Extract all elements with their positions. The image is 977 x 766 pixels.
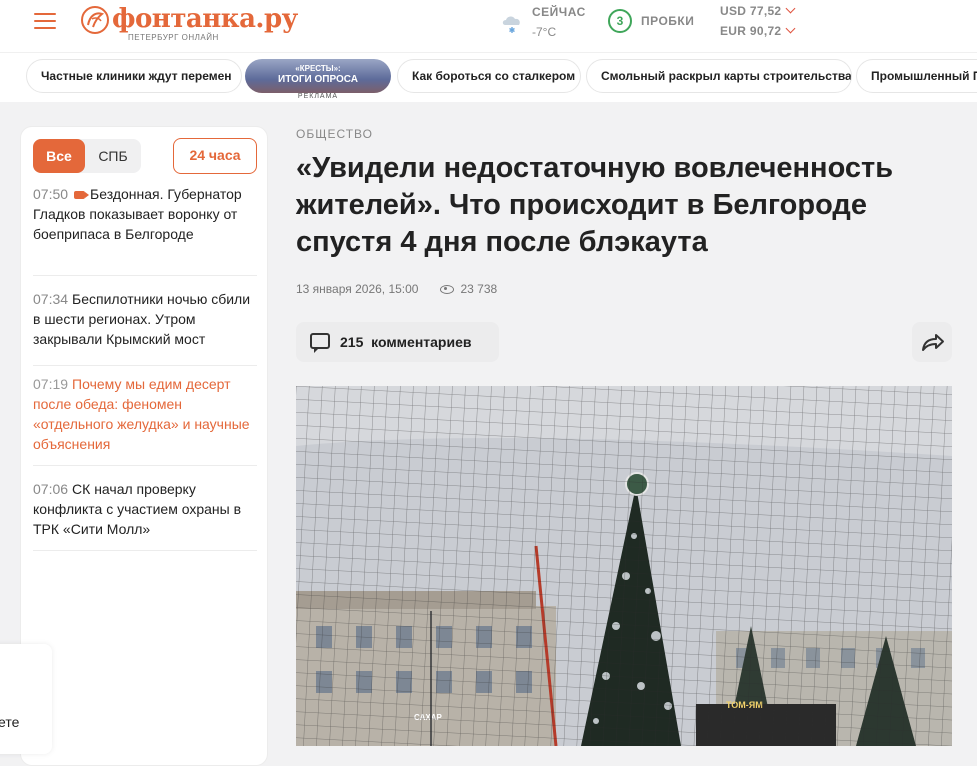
comments-label: комментариев — [371, 334, 472, 350]
share-icon — [922, 334, 944, 351]
traffic-label: ПРОБКИ — [641, 14, 695, 28]
news-feed-sidebar: Все СПБ 24 часа 07:50 Бездонная. Губернат… — [20, 126, 268, 766]
news-time: 07:50 — [33, 186, 69, 202]
promo-banner[interactable]: «КРЕСТЫ»: ИТОГИ ОПРОСА — [245, 59, 391, 93]
tab-all[interactable]: Все — [33, 139, 85, 173]
eye-icon — [440, 285, 455, 294]
news-item[interactable]: 07:34 Беспилотники ночью сбили в шести ре… — [33, 289, 257, 366]
article-title: «Увидели недостаточную вовлеченность жит… — [296, 152, 894, 258]
eur-rate: EUR 90,72 — [720, 23, 796, 44]
promo-top-text: «КРЕСТЫ»: — [295, 64, 341, 73]
news-time: 07:06 — [33, 481, 69, 497]
news-item[interactable]: 07:50 Бездонная. Губернатор Гладков показ… — [33, 184, 257, 276]
news-text: 07:34 Беспилотники ночью сбили в шести ре… — [33, 289, 257, 349]
menu-icon[interactable] — [34, 13, 56, 29]
comments-button[interactable]: 215 комментариев — [296, 322, 499, 362]
news-time: 07:34 — [33, 291, 69, 307]
news-time: 07:19 — [33, 376, 69, 392]
topic-chip[interactable]: Промышленный Пе — [856, 59, 977, 93]
topic-chips-bar: Частные клиники ждут перемен «КРЕСТЫ»: И… — [0, 52, 977, 102]
logo-text: фонтанка.ру — [112, 4, 298, 34]
chevron-down-icon — [785, 23, 796, 34]
article-date: 13 января 2026, 15:00 — [296, 282, 419, 296]
weather-temperature: -7°C — [532, 25, 557, 39]
news-text: 07:50 Бездонная. Губернатор Гладков показ… — [33, 184, 257, 244]
photo-illustration: ТОМ-ЯМ САХАР — [296, 386, 952, 746]
tab-24-hours[interactable]: 24 часа — [173, 138, 257, 174]
video-icon — [74, 191, 90, 199]
news-item[interactable]: 07:06 СК начал проверку конфликта с участ… — [33, 479, 257, 551]
topic-chip[interactable]: Частные клиники ждут перемен — [26, 59, 242, 93]
logo-subtitle: ПЕТЕРБУРГ ОНЛАЙН — [128, 33, 219, 42]
logo-mark-icon — [81, 6, 109, 34]
news-text: 07:06 СК начал проверку конфликта с участ… — [33, 479, 257, 539]
region-filter: Все СПБ — [33, 139, 141, 173]
ad-label: РЕКЛАМА — [297, 93, 339, 100]
chevron-down-icon — [785, 3, 796, 14]
topic-chip[interactable]: Смольный раскрыл карты строительства — [586, 59, 852, 93]
share-button[interactable] — [912, 322, 952, 362]
left-panel-text: ете — [0, 714, 20, 730]
news-item[interactable]: 07:19 Почему мы едим десерт после обеда: … — [33, 374, 257, 466]
comments-count: 215 — [340, 334, 364, 350]
usd-rate: USD 77,52 — [720, 3, 796, 24]
article-rubric[interactable]: ОБЩЕСТВО — [296, 127, 373, 141]
article-photo[interactable]: ТОМ-ЯМ САХАР — [296, 386, 952, 746]
currency-rates[interactable]: USD 77,52 EUR 90,72 — [720, 3, 796, 44]
promo-main-text: ИТОГИ ОПРОСА — [278, 74, 358, 85]
topic-chip[interactable]: Как бороться со сталкером — [397, 59, 581, 93]
tab-spb[interactable]: СПБ — [85, 139, 141, 173]
snow-cloud-icon — [502, 16, 520, 33]
view-count: 23 738 — [460, 282, 498, 296]
site-header: фонтанка.ру ПЕТЕРБУРГ ОНЛАЙН СЕЙЧАС -7°C… — [0, 0, 977, 52]
traffic-score: 3 — [608, 9, 632, 33]
news-text: 07:19 Почему мы едим десерт после обеда: … — [33, 374, 257, 454]
comment-bubble-icon — [310, 333, 330, 353]
article-meta: 13 января 2026, 15:00 23 738 — [296, 282, 497, 296]
weather-label: СЕЙЧАС — [532, 5, 586, 19]
left-floating-panel[interactable]: ете — [0, 644, 52, 754]
